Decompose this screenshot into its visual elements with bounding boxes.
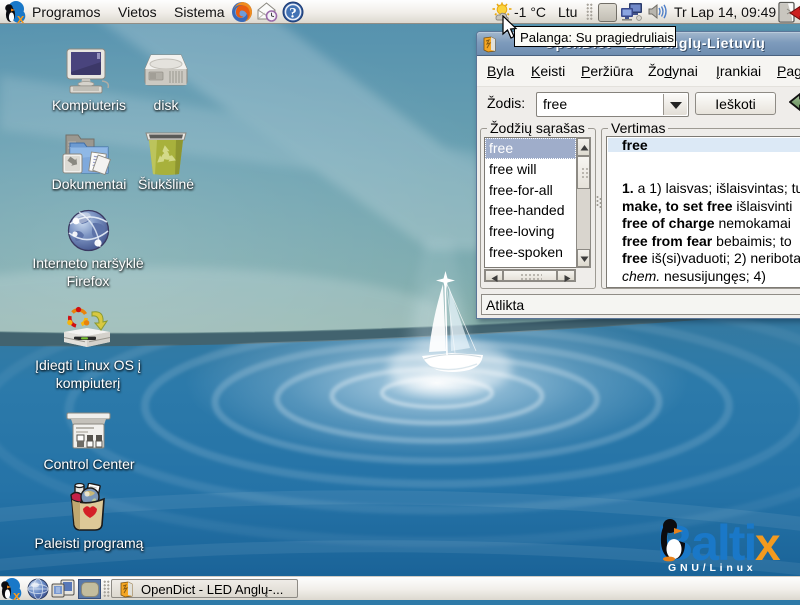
- svg-text:?: ?: [289, 6, 297, 22]
- svg-text:x: x: [755, 518, 781, 570]
- svg-text:x: x: [17, 11, 25, 23]
- svg-text:x: x: [13, 588, 21, 600]
- svg-text:GNU/Linux: GNU/Linux: [668, 562, 756, 574]
